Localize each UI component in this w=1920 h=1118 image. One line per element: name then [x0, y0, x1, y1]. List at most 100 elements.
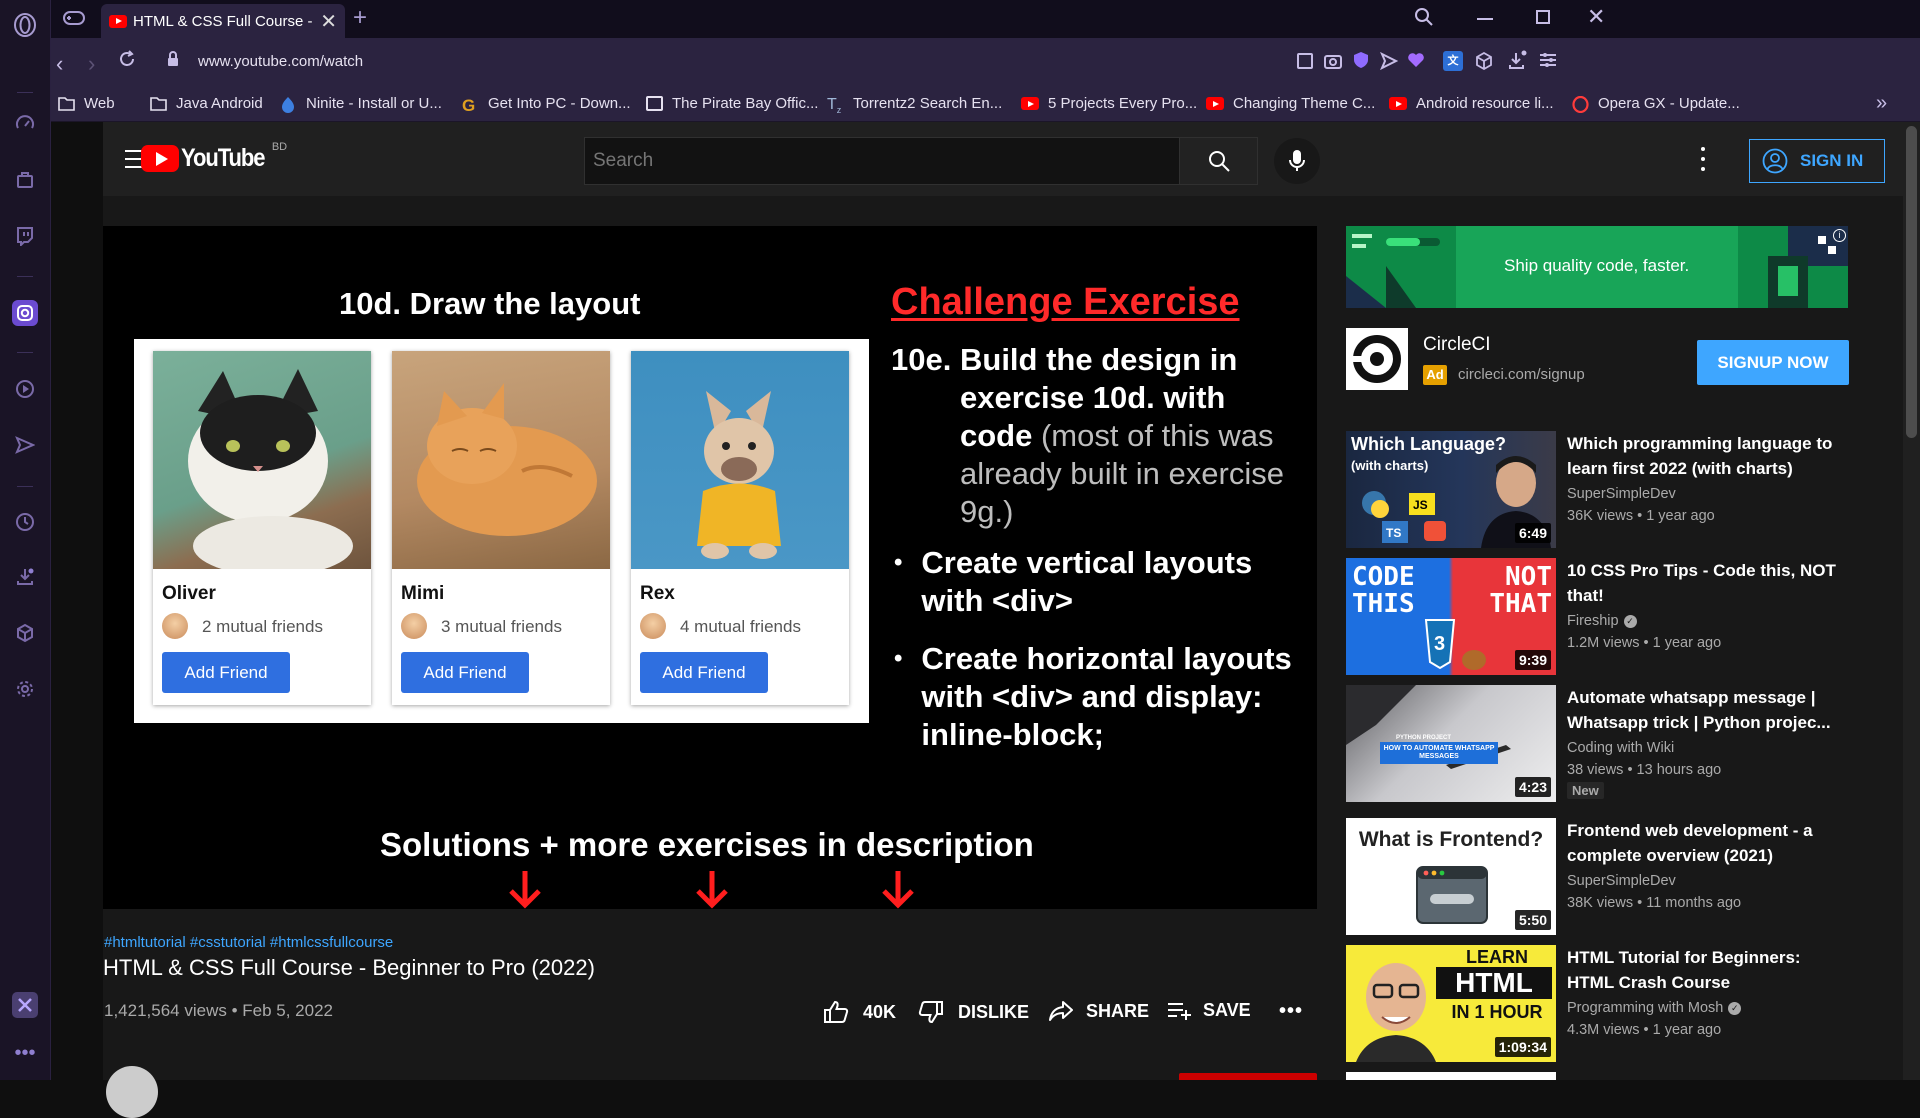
verified-icon: ✓: [1728, 1001, 1742, 1015]
thumbnail-text: CODE THIS: [1352, 562, 1415, 619]
share-button[interactable]: SHARE: [1048, 1000, 1149, 1022]
minimize-icon[interactable]: [1477, 18, 1493, 20]
edit-icon[interactable]: [1297, 53, 1313, 69]
thumbnail-text: HTML: [1436, 967, 1552, 999]
country-code: BD: [271, 140, 288, 153]
back-icon[interactable]: ‹: [56, 51, 63, 77]
video-thumbnail[interactable]: Which Language? (with charts) JS TS 6:49: [1346, 431, 1556, 548]
video-hashtags[interactable]: #htmltutorial #csstutorial #htmlcssfullc…: [104, 934, 393, 951]
bookmark-item[interactable]: Ninite - Install or U...: [280, 95, 442, 113]
ad-banner[interactable]: Ship quality code, faster. i: [1346, 226, 1848, 308]
advertiser-logo[interactable]: [1346, 328, 1408, 390]
video-player[interactable]: 10d. Draw the layout Challenge Exercise …: [103, 226, 1317, 909]
history-icon[interactable]: [12, 509, 38, 535]
easy-setup-icon[interactable]: [1539, 52, 1557, 73]
search-button[interactable]: [1179, 138, 1257, 184]
lock-icon[interactable]: [167, 51, 179, 72]
dog-photo: [631, 351, 849, 569]
reload-icon[interactable]: [118, 50, 136, 73]
new-tab-icon[interactable]: +: [353, 4, 367, 32]
opera-logo-icon[interactable]: [12, 12, 38, 38]
tab-search-icon[interactable]: [1414, 7, 1434, 32]
twitch-icon[interactable]: [12, 223, 38, 249]
scrollbar-thumb[interactable]: [1906, 126, 1917, 438]
settings-gear-icon[interactable]: [12, 676, 38, 702]
more-actions-icon[interactable]: •••: [1279, 1000, 1303, 1023]
bookmark-item[interactable]: Web: [58, 95, 115, 112]
recommendation-item[interactable]: CODE THIS NOT THAT 3 9:39 10 CSS Pro Tip…: [1346, 558, 1848, 675]
bookmark-item[interactable]: Android resource li...: [1389, 95, 1554, 112]
search-input[interactable]: [585, 138, 1179, 184]
thumbnail-subtext-2: IN 1 HOUR: [1451, 1002, 1543, 1022]
gamepad-icon[interactable]: [63, 9, 85, 32]
bookmark-item[interactable]: Changing Theme C...: [1206, 95, 1375, 112]
channel-avatar[interactable]: [106, 1066, 158, 1118]
video-thumbnail[interactable]: What is Frontend? 5:50: [1346, 818, 1556, 935]
vpn-shield-icon[interactable]: [1353, 51, 1369, 74]
recommendation-item[interactable]: PYTHON PROJECT HOW TO AUTOMATE WHATSAPP …: [1346, 685, 1848, 802]
youtube-logo[interactable]: YouTube BD: [141, 140, 288, 173]
maximize-icon[interactable]: [1536, 10, 1550, 24]
save-button[interactable]: SAVE: [1167, 1000, 1251, 1021]
video-thumbnail[interactable]: PYTHON PROJECT HOW TO AUTOMATE WHATSAPP …: [1346, 685, 1556, 802]
slide-bullet: • Create vertical layouts with <div>: [894, 544, 1294, 620]
recommendation-item[interactable]: What is Frontend? 5:50 Frontend web deve…: [1346, 818, 1848, 935]
url-field[interactable]: www.youtube.com/watch: [198, 53, 363, 70]
recommendation-item[interactable]: LEARN HTML IN 1 HOUR 1:09:34 HTML Tutori…: [1346, 945, 1848, 1062]
youtube-icon: [1206, 97, 1224, 110]
like-button[interactable]: 40K: [823, 1000, 896, 1024]
instagram-icon[interactable]: [12, 300, 38, 326]
downloads-icon[interactable]: [12, 564, 38, 590]
player-icon[interactable]: [12, 376, 38, 402]
speed-dial-icon[interactable]: [12, 111, 38, 137]
bookmark-item[interactable]: G Get Into PC - Down...: [462, 95, 631, 115]
close-window-icon[interactable]: ✕: [1587, 4, 1605, 30]
sidebar-divider: [17, 486, 33, 487]
forward-icon[interactable]: ›: [88, 51, 95, 77]
video-duration: 1:09:34: [1494, 1037, 1551, 1057]
bookmark-item[interactable]: Opera GX - Update...: [1572, 95, 1740, 114]
thumbs-down-icon: [918, 1001, 943, 1024]
recommendation-item[interactable]: Which Language? (with charts) JS TS 6:49 …: [1346, 431, 1848, 548]
bookmark-label: Web: [84, 95, 115, 112]
ad-info-icon[interactable]: i: [1833, 229, 1846, 242]
voice-search-button[interactable]: [1274, 138, 1320, 184]
video-thumbnail[interactable]: CODE THIS NOT THAT 3 9:39: [1346, 558, 1556, 675]
sign-in-button[interactable]: SIGN IN: [1749, 139, 1885, 183]
translate-icon[interactable]: 文: [1443, 51, 1463, 71]
video-duration: 5:50: [1514, 910, 1551, 930]
extension-cube-icon[interactable]: [1475, 51, 1493, 75]
youtube-wordmark: YouTube: [181, 144, 266, 172]
download-icon[interactable]: [1507, 50, 1527, 75]
heart-icon[interactable]: [1407, 52, 1425, 73]
flow-send-icon[interactable]: [1380, 51, 1399, 75]
opera-icon: [1572, 95, 1589, 114]
active-tab[interactable]: HTML & CSS Full Course - B ✕: [101, 4, 345, 38]
extensions-cube-icon[interactable]: [12, 620, 38, 646]
share-label: SHARE: [1086, 1000, 1150, 1021]
bookmark-item[interactable]: The Pirate Bay Offic...: [646, 95, 818, 112]
send-icon[interactable]: [12, 432, 38, 458]
sidebar-divider: [17, 352, 33, 353]
dislike-button[interactable]: DISLIKE: [918, 1000, 1029, 1024]
subscribe-button[interactable]: [1179, 1073, 1317, 1080]
more-options-icon[interactable]: •••: [12, 1040, 38, 1066]
advertiser-url: circleci.com/signup: [1458, 366, 1585, 383]
recommendation-channel: SuperSimpleDev: [1567, 873, 1676, 889]
shopping-bag-icon[interactable]: [12, 167, 38, 193]
video-thumbnail[interactable]: LEARN HTML IN 1 HOUR 1:09:34: [1346, 945, 1556, 1062]
bookmark-item[interactable]: 5 Projects Every Pro...: [1021, 95, 1197, 112]
bookmark-item[interactable]: Java Android: [150, 95, 263, 112]
save-label: SAVE: [1203, 1000, 1251, 1020]
recommendation-title: Automate whatsapp message | Whatsapp tri…: [1567, 688, 1831, 732]
camera-icon[interactable]: [1324, 53, 1342, 74]
ad-cta-button[interactable]: SIGNUP NOW: [1697, 340, 1849, 385]
recommendation-channel-row: Fireship ✓: [1567, 610, 1848, 632]
settings-dots-icon[interactable]: [1700, 147, 1706, 171]
more-bookmarks-icon[interactable]: »: [1876, 92, 1887, 115]
gx-control-icon[interactable]: [12, 992, 38, 1018]
video-thumbnail[interactable]: [1346, 1072, 1556, 1080]
tab-close-icon[interactable]: ✕: [320, 9, 337, 34]
bookmark-item[interactable]: Tz Torrentz2 Search En...: [827, 95, 1002, 115]
mutual-avatar: [162, 613, 188, 639]
